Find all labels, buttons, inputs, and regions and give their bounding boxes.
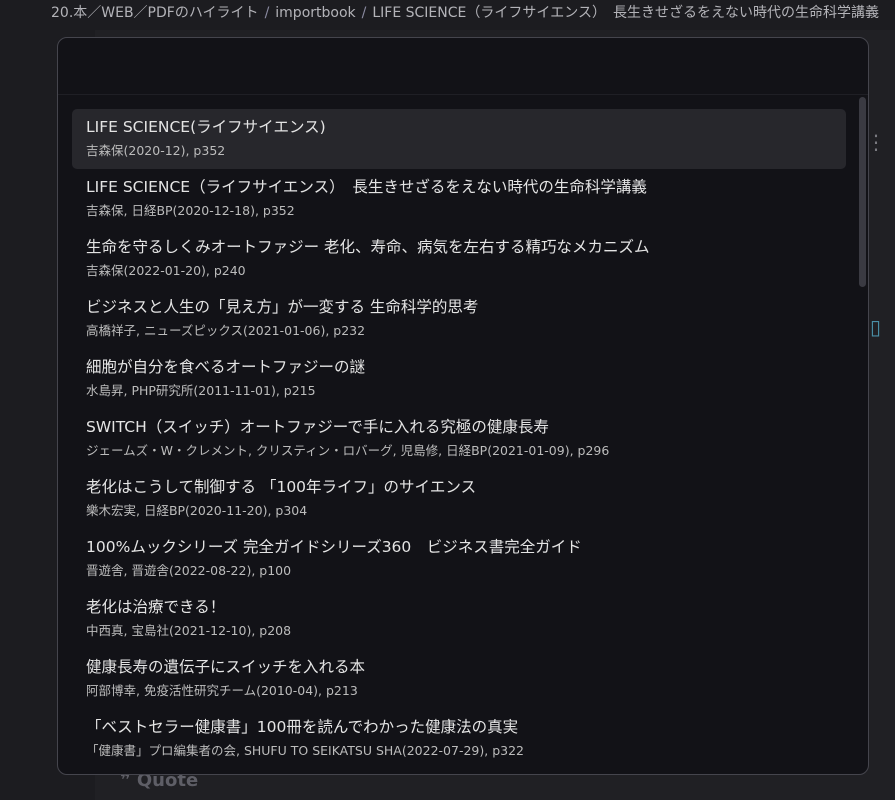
breadcrumb-item[interactable]: importbook: [275, 5, 355, 21]
result-item[interactable]: 100%ムックシリーズ 完全ガイドシリーズ360 ビジネス書完全ガイド 晋遊舎, …: [72, 529, 846, 589]
result-title: 細胞が自分を食べるオートファジーの謎: [86, 358, 366, 376]
breadcrumb-item[interactable]: 20.本／WEB／PDFのハイライト: [51, 5, 259, 21]
result-title: SWITCH（スイッチ）オートファジーで手に入れる究極の健康長寿: [86, 418, 549, 436]
scrollbar[interactable]: [859, 95, 867, 774]
result-title: ビジネスと人生の「見え方」が一変する 生命科学的思考: [86, 298, 479, 316]
result-subtitle: 「健康書」プロ編集者の会, SHUFU TO SEIKATSU SHA(2022…: [86, 743, 524, 758]
result-subtitle: 中西真, 宝島社(2021-12-10), p208: [86, 623, 292, 638]
result-title: 老化は治療できる！: [86, 598, 226, 616]
result-title: LIFE SCIENCE(ライフサイエンス): [86, 118, 326, 136]
scrollbar-thumb[interactable]: [859, 97, 866, 287]
app-header: 20.本／WEB／PDFのハイライト / importbook / LIFE SCIEN…: [0, 0, 895, 30]
background-fragment: ⋮: [866, 130, 886, 154]
breadcrumb-item[interactable]: LIFE SCIENCE（ライフサイエンス） 長生きせざるをえない時代の生命科学…: [372, 5, 879, 21]
result-item[interactable]: LIFE SCIENCE(ライフサイエンス) 吉森保(2020-12), p352: [72, 109, 846, 169]
result-subtitle: 吉森保(2022-01-20), p240: [86, 263, 246, 278]
result-subtitle: 晋遊舎, 晋遊舎(2022-08-22), p100: [86, 563, 292, 578]
result-item[interactable]: 「ベストセラー健康書」100冊を読んでわかった健康法の真実 「健康書」プロ編集者の…: [72, 709, 846, 769]
breadcrumb-separator: /: [361, 5, 367, 21]
background-fragment: ▯: [870, 315, 882, 339]
result-item[interactable]: 健康長寿の遺伝子にスイッチを入れる本 阿部博幸, 免疫活性研究チーム(2010-0…: [72, 649, 846, 709]
results-list: LIFE SCIENCE(ライフサイエンス) 吉森保(2020-12), p352…: [72, 109, 846, 769]
result-item[interactable]: 老化は治療できる！ 中西真, 宝島社(2021-12-10), p208: [72, 589, 846, 649]
result-subtitle: 水島昇, PHP研究所(2011-11-01), p215: [86, 383, 316, 398]
breadcrumb: 20.本／WEB／PDFのハイライト / importbook / LIFE SCIEN…: [51, 2, 895, 22]
result-item[interactable]: 老化はこうして制御する 「100年ライフ」のサイエンス 樂木宏実, 日経BP(20…: [72, 469, 846, 529]
result-item[interactable]: 生命を守るしくみオートファジー 老化、寿命、病気を左右する精巧なメカニズム 吉森保…: [72, 229, 846, 289]
result-title: LIFE SCIENCE（ライフサイエンス） 長生きせざるをえない時代の生命科学…: [86, 178, 647, 196]
search-modal: LIFE SCIENCE(ライフサイエンス) 吉森保(2020-12), p352…: [57, 37, 869, 775]
search-input[interactable]: [58, 38, 868, 95]
result-title: 老化はこうして制御する 「100年ライフ」のサイエンス: [86, 478, 477, 496]
result-subtitle: 高橋祥子, ニューズピックス(2021-01-06), p232: [86, 323, 366, 338]
result-subtitle: 阿部博幸, 免疫活性研究チーム(2010-04), p213: [86, 683, 358, 698]
result-subtitle: 樂木宏実, 日経BP(2020-11-20), p304: [86, 503, 308, 518]
result-item[interactable]: 細胞が自分を食べるオートファジーの謎 水島昇, PHP研究所(2011-11-01…: [72, 349, 846, 409]
result-item[interactable]: LIFE SCIENCE（ライフサイエンス） 長生きせざるをえない時代の生命科学…: [72, 169, 846, 229]
result-subtitle: ジェームズ・W・クレメント, クリスティン・ロバーグ, 児島修, 日経BP(20…: [86, 443, 610, 458]
result-title: 生命を守るしくみオートファジー 老化、寿命、病気を左右する精巧なメカニズム: [86, 238, 650, 256]
result-subtitle: 吉森保, 日経BP(2020-12-18), p352: [86, 203, 295, 218]
result-title: 100%ムックシリーズ 完全ガイドシリーズ360 ビジネス書完全ガイド: [86, 538, 582, 556]
result-item[interactable]: SWITCH（スイッチ）オートファジーで手に入れる究極の健康長寿ジェームズ・W・…: [72, 409, 846, 469]
result-item[interactable]: ビジネスと人生の「見え方」が一変する 生命科学的思考 高橋祥子, ニューズピックス…: [72, 289, 846, 349]
breadcrumb-separator: /: [264, 5, 270, 21]
result-title: 「ベストセラー健康書」100冊を読んでわかった健康法の真実: [86, 718, 519, 736]
result-title: 健康長寿の遺伝子にスイッチを入れる本: [86, 658, 366, 676]
result-subtitle: 吉森保(2020-12), p352: [86, 143, 226, 158]
